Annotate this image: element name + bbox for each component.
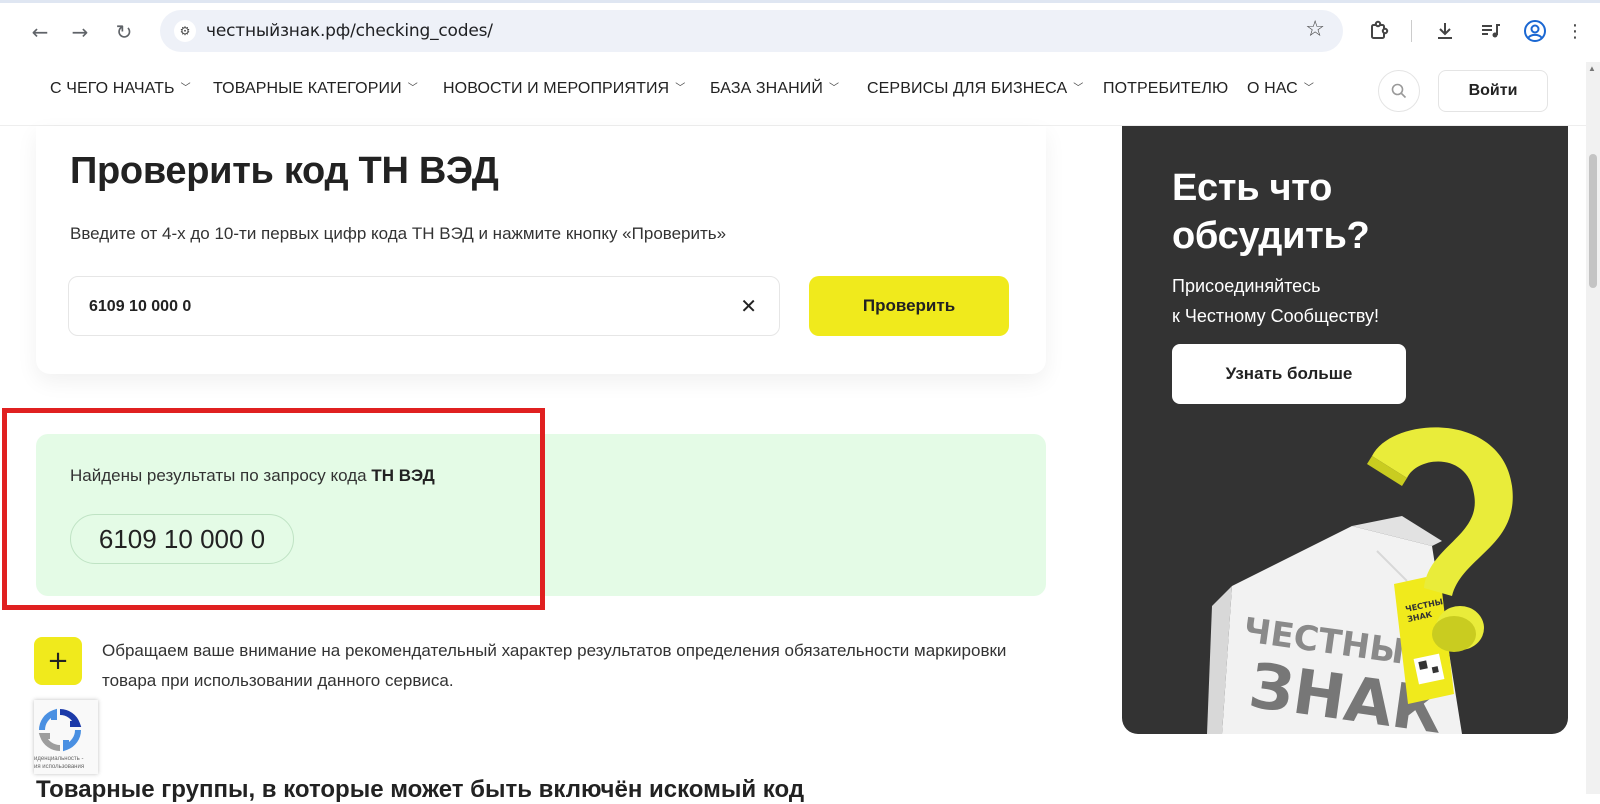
menu-item-product-categories[interactable]: ТОВАРНЫЕ КАТЕГОРИИ ﹀ (213, 80, 418, 98)
menu-item-knowledge-base[interactable]: БАЗА ЗНАНИЙ ﹀ (710, 80, 839, 98)
back-icon[interactable]: ← (26, 18, 54, 46)
check-button[interactable]: Проверить (809, 276, 1009, 336)
address-bar[interactable]: ⚙ честныйзнак.рф/checking_codes/ ☆ (160, 10, 1343, 52)
tshirt-question-illustration: ЧЕСТНЫЙ ЗНАК ЧЕСТНЫЙ ЗНАК (1207, 427, 1513, 734)
toolbar-separator (1411, 20, 1412, 42)
code-input-field[interactable]: ✕ (68, 276, 780, 336)
recaptcha-icon (38, 708, 82, 752)
media-playlist-icon[interactable] (1475, 16, 1505, 46)
chevron-down-icon: ﹀ (675, 83, 686, 94)
menu-item-label: С ЧЕГО НАЧАТЬ (50, 80, 175, 97)
chevron-down-icon: ﹀ (180, 83, 191, 94)
menu-item-label: СЕРВИСЫ ДЛЯ БИЗНЕСА (867, 80, 1068, 97)
menu-item-label: О НАС (1247, 80, 1298, 97)
bookmark-star-icon[interactable]: ☆ (1305, 17, 1325, 42)
search-button[interactable] (1378, 70, 1420, 112)
menu-item-label: ТОВАРНЫЕ КАТЕГОРИИ (213, 80, 402, 97)
expand-notice-button[interactable]: + (34, 637, 82, 685)
chevron-down-icon: ﹀ (1073, 83, 1084, 94)
learn-more-button[interactable]: Узнать больше (1172, 344, 1406, 404)
code-check-card: Проверить код ТН ВЭД Введите от 4-х до 1… (36, 126, 1046, 374)
forward-icon[interactable]: → (66, 18, 94, 46)
chevron-down-icon: ﹀ (1303, 83, 1314, 94)
download-icon[interactable] (1430, 16, 1460, 46)
menu-item-label: ПОТРЕБИТЕЛЮ (1103, 80, 1229, 97)
check-description: Введите от 4-х до 10-ти первых цифр кода… (70, 224, 727, 243)
recaptcha-badge[interactable]: иденциальность - ия использования (34, 700, 98, 774)
menu-item-business-services[interactable]: СЕРВИСЫ ДЛЯ БИЗНЕСА ﹀ (867, 80, 1083, 98)
promo-card: Есть что обсудить? Присоединяйтесь к Чест… (1122, 126, 1568, 734)
login-button[interactable]: Войти (1438, 70, 1548, 112)
clear-icon[interactable]: ✕ (740, 294, 757, 318)
promo-text: Присоединяйтесь к Честному Сообществу! (1172, 271, 1472, 331)
recaptcha-text-line2: ия использования (34, 764, 85, 770)
promo-text-line2: к Честному Сообществу! (1172, 306, 1380, 326)
more-vert-icon[interactable]: ⋮ (1560, 16, 1590, 46)
menu-item-news-events[interactable]: НОВОСТИ И МЕРОПРИЯТИЯ ﹀ (443, 80, 685, 98)
chevron-down-icon: ﹀ (828, 83, 840, 94)
search-icon (1391, 83, 1407, 99)
menu-item-label: НОВОСТИ И МЕРОПРИЯТИЯ (443, 80, 670, 97)
menu-item-about[interactable]: О НАС ﹀ (1247, 80, 1314, 98)
menu-item-label: БАЗА ЗНАНИЙ (710, 80, 823, 97)
menu-item-getting-started[interactable]: С ЧЕГО НАЧАТЬ ﹀ (50, 80, 191, 98)
site-settings-icon[interactable]: ⚙ (174, 20, 196, 42)
profile-icon[interactable] (1520, 16, 1550, 46)
recaptcha-text-line1: иденциальность - (34, 756, 84, 762)
url-text[interactable]: честныйзнак.рф/checking_codes/ (206, 21, 493, 41)
extensions-puzzle-icon[interactable] (1364, 16, 1394, 46)
menu-item-consumer[interactable]: ПОТРЕБИТЕЛЮ (1103, 80, 1228, 98)
tab-strip-edge (0, 0, 1600, 3)
promo-title: Есть что обсудить? (1172, 167, 1370, 257)
notice-text: Обращаем ваше внимание на рекомендательн… (102, 641, 1007, 690)
scrollbar-thumb[interactable] (1589, 154, 1597, 288)
code-input[interactable] (89, 295, 689, 319)
browser-toolbar: ← → ↻ ⚙ честныйзнак.рф/checking_codes/ ☆… (0, 0, 1600, 62)
reload-icon[interactable]: ↻ (110, 18, 138, 46)
promo-text-line1: Присоединяйтесь (1172, 276, 1321, 296)
chevron-down-icon: ﹀ (407, 83, 418, 94)
section-heading: Товарные группы, в которые может быть вк… (36, 776, 805, 803)
site-header: С ЧЕГО НАЧАТЬ ﹀ ТОВАРНЫЕ КАТЕГОРИИ ﹀ НОВОС… (0, 62, 1600, 126)
recaptcha-links[interactable]: иденциальность - ия использования (34, 755, 98, 771)
page-title: Проверить код ТН ВЭД (70, 150, 499, 192)
red-highlight-frame (2, 408, 545, 610)
scroll-up-icon[interactable]: ▲ (1588, 64, 1596, 73)
